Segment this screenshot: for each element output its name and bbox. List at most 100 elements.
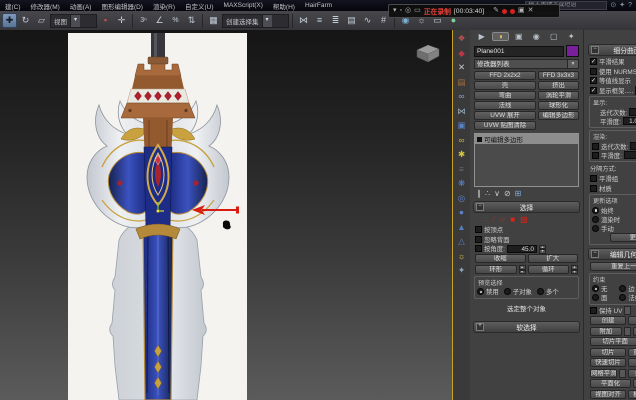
disabled-tool-icon[interactable]: ≡: [455, 163, 468, 175]
render-smoothness-checkbox[interactable]: [592, 152, 599, 159]
chain-tool-icon[interactable]: ∞: [455, 134, 468, 146]
angle-spinner[interactable]: ▴▾: [539, 245, 546, 253]
modifier-list-dropdown[interactable]: 修改器列表 ▾: [474, 59, 579, 69]
chevron-down-icon[interactable]: ▾: [262, 15, 272, 27]
grid-align-button[interactable]: 栅格对齐: [628, 390, 636, 399]
collapse-icon[interactable]: −: [591, 250, 599, 258]
repeat-last-button[interactable]: 重复上一个: [590, 262, 636, 271]
create-button[interactable]: 创建: [590, 316, 626, 325]
scissors-tool-icon[interactable]: ✕: [455, 61, 468, 73]
uvw-map-clear-button[interactable]: UVW 贴图清除: [474, 121, 536, 130]
percent-snap-icon[interactable]: %: [168, 13, 183, 28]
constraint-normal-radio[interactable]: [619, 294, 626, 301]
preview-off-radio[interactable]: [477, 288, 484, 295]
link-tool-icon[interactable]: ∞: [455, 90, 468, 102]
ring-button[interactable]: 环形: [475, 265, 517, 274]
normal-button[interactable]: 法线: [474, 101, 536, 110]
isoline-display-checkbox[interactable]: ✓: [590, 77, 597, 84]
menu-item-modifiers[interactable]: 修改器(M): [26, 1, 65, 11]
edit-poly-button[interactable]: 编辑多边形: [538, 111, 579, 120]
tab-display-icon[interactable]: ▢: [546, 32, 562, 41]
tab-hierarchy-icon[interactable]: ▣: [511, 32, 527, 41]
preview-multi-radio[interactable]: [537, 288, 544, 295]
gear-flower-tool-icon[interactable]: ✱: [455, 148, 468, 160]
edge-subobject-icon[interactable]: ∕: [493, 215, 494, 224]
show-end-result-icon[interactable]: ∴: [485, 189, 490, 198]
manually-radio[interactable]: [592, 225, 599, 232]
attach-settings-button[interactable]: [624, 327, 631, 336]
use-pivot-center-icon[interactable]: ▪: [98, 13, 113, 28]
collapse-icon[interactable]: −: [591, 46, 599, 54]
sphere-tool-icon[interactable]: ●: [455, 206, 468, 218]
unwrap-uvw-button[interactable]: UVW 展开: [474, 111, 536, 120]
recorder-window-icon[interactable]: ▫: [400, 5, 402, 17]
always-radio[interactable]: [592, 207, 599, 214]
vertex-subobject-icon[interactable]: ∴: [483, 215, 488, 224]
smoothness-field[interactable]: 1.0: [623, 117, 636, 125]
select-and-move-icon[interactable]: ✚: [2, 13, 17, 28]
box-object[interactable]: [414, 42, 442, 64]
remove-modifier-icon[interactable]: ⊘: [504, 189, 511, 198]
ffd-2x2x2-button[interactable]: FFD 2x2x2: [474, 71, 536, 80]
object-name-field[interactable]: Plane001: [474, 46, 564, 57]
menu-item-rendering[interactable]: 渲染(R): [148, 1, 180, 11]
menu-item-create[interactable]: 建(C): [0, 1, 26, 11]
shrink-button[interactable]: 收缩: [475, 254, 526, 263]
align-icon[interactable]: ≡: [312, 13, 327, 28]
cube-tool-icon[interactable]: ▣: [455, 119, 468, 131]
smoothing-groups-checkbox[interactable]: [590, 175, 597, 182]
help-icon[interactable]: ?: [628, 1, 632, 10]
object-color-swatch[interactable]: [566, 45, 579, 57]
snap-toggle-3d-icon[interactable]: 3ⁿ: [136, 13, 151, 28]
edit-named-selection-sets-icon[interactable]: ▦: [206, 13, 221, 28]
polygon-subobject-icon[interactable]: ■: [510, 215, 515, 224]
constraint-edge-radio[interactable]: [619, 285, 626, 292]
named-selection-sets-dropdown[interactable]: 创建选择集 ▾: [222, 14, 289, 28]
red-diamond-tool-icon[interactable]: ◆: [455, 47, 468, 59]
view-align-button[interactable]: 视图对齐: [590, 390, 626, 399]
brush-tool-icon[interactable]: ▤: [455, 76, 468, 88]
render-iterations-checkbox[interactable]: [592, 143, 599, 150]
terrain-tool-icon[interactable]: △: [455, 235, 468, 247]
msmooth-button[interactable]: 网格平滑: [590, 369, 617, 378]
menu-item-animation[interactable]: 动画(A): [65, 1, 97, 11]
menu-item-customize[interactable]: 自定义(U): [180, 1, 219, 11]
perspective-viewport[interactable]: [0, 30, 452, 400]
collapse-icon[interactable]: −: [476, 203, 484, 211]
render-iterations-field[interactable]: [630, 142, 636, 150]
sun-tool-icon[interactable]: ☼: [455, 250, 468, 262]
menu-item-hairfarm[interactable]: HairFarm: [300, 2, 337, 9]
slice-button[interactable]: 切片: [590, 348, 626, 357]
chevron-down-icon[interactable]: ▾: [568, 59, 579, 69]
ring-spinner[interactable]: ▴▾: [519, 265, 526, 273]
preserve-uvs-settings-button[interactable]: [624, 306, 631, 315]
constraint-none-radio[interactable]: [592, 285, 599, 292]
bend-button[interactable]: 弯曲: [474, 91, 536, 100]
by-angle-checkbox[interactable]: [475, 245, 482, 252]
pin-stack-icon[interactable]: ∥: [477, 189, 481, 198]
scale-icon[interactable]: ▱: [34, 13, 49, 28]
detach-button[interactable]: 分离: [633, 327, 636, 336]
angle-snap-icon[interactable]: ∠: [152, 13, 167, 28]
attach-button[interactable]: 附加: [590, 327, 622, 336]
angle-value-field[interactable]: 45.0: [507, 245, 537, 253]
menu-item-graph-editors[interactable]: 图形编辑器(D): [96, 1, 148, 11]
subdivision-surface-rollout-header[interactable]: − 细分曲面: [588, 44, 636, 56]
show-cage-checkbox[interactable]: ✓: [590, 87, 597, 94]
expand-icon[interactable]: +: [476, 323, 484, 331]
recorder-menu-icon[interactable]: ▾: [393, 5, 397, 17]
preserve-uvs-checkbox[interactable]: [590, 307, 597, 314]
mountain-tool-icon[interactable]: ▲: [455, 221, 468, 233]
make-planar-button[interactable]: 平面化: [590, 379, 631, 388]
smooth-result-checkbox[interactable]: ✓: [590, 58, 597, 65]
msmooth-settings-button[interactable]: [619, 369, 626, 378]
tab-modify-icon[interactable]: ◑: [492, 32, 510, 41]
reset-plane-button[interactable]: 重置平面: [628, 348, 636, 357]
soft-selection-rollout-header[interactable]: + 软选择: [473, 321, 580, 333]
constraint-face-radio[interactable]: [592, 294, 599, 301]
menu-item-maxscript[interactable]: MAXScript(X): [219, 2, 268, 9]
loop-button[interactable]: 循环: [528, 265, 570, 274]
recorder-camera-icon[interactable]: ▣: [518, 5, 525, 17]
iterations-field[interactable]: 1: [629, 108, 636, 116]
stack-item-editable-poly[interactable]: 可编辑多边形: [475, 134, 578, 144]
